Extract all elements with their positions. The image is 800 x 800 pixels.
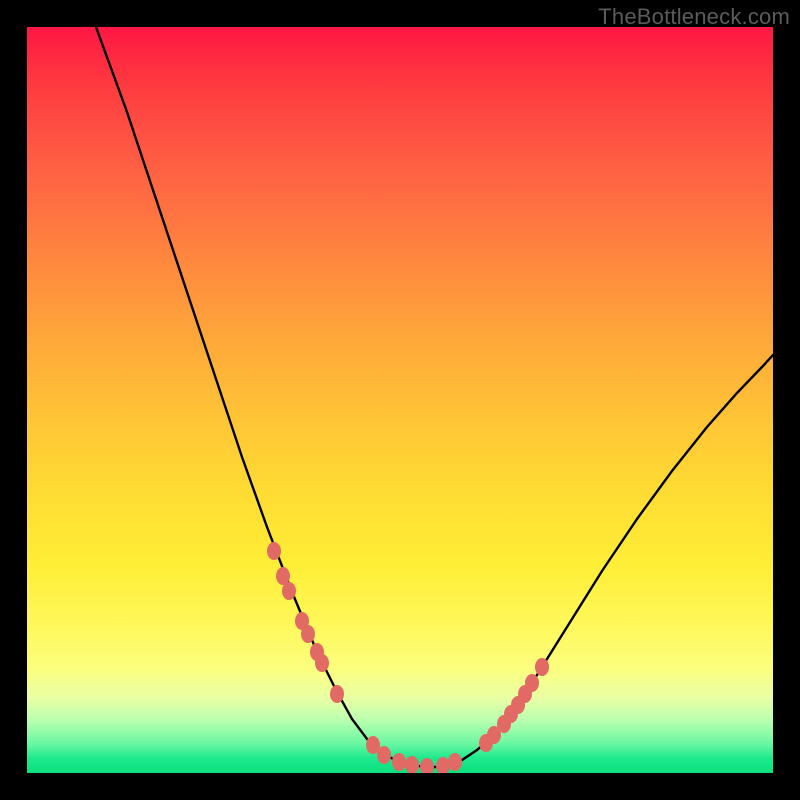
curve-marker bbox=[377, 746, 391, 764]
curve-marker bbox=[525, 674, 539, 692]
curve-marker bbox=[535, 658, 549, 676]
marker-group bbox=[267, 542, 549, 773]
plot-area bbox=[27, 27, 773, 773]
curve-marker bbox=[392, 753, 406, 771]
curve-marker bbox=[436, 757, 450, 773]
curve-marker bbox=[511, 696, 525, 714]
curve-marker bbox=[282, 582, 296, 600]
watermark-text: TheBottleneck.com bbox=[598, 4, 790, 30]
curve-marker bbox=[420, 758, 434, 773]
curve-layer bbox=[27, 27, 773, 773]
curve-marker bbox=[301, 625, 315, 643]
bottleneck-curve bbox=[96, 27, 773, 767]
curve-marker bbox=[405, 756, 419, 773]
curve-marker bbox=[267, 542, 281, 560]
curve-marker bbox=[330, 685, 344, 703]
curve-marker bbox=[448, 753, 462, 771]
curve-marker bbox=[315, 654, 329, 672]
chart-frame: TheBottleneck.com bbox=[0, 0, 800, 800]
